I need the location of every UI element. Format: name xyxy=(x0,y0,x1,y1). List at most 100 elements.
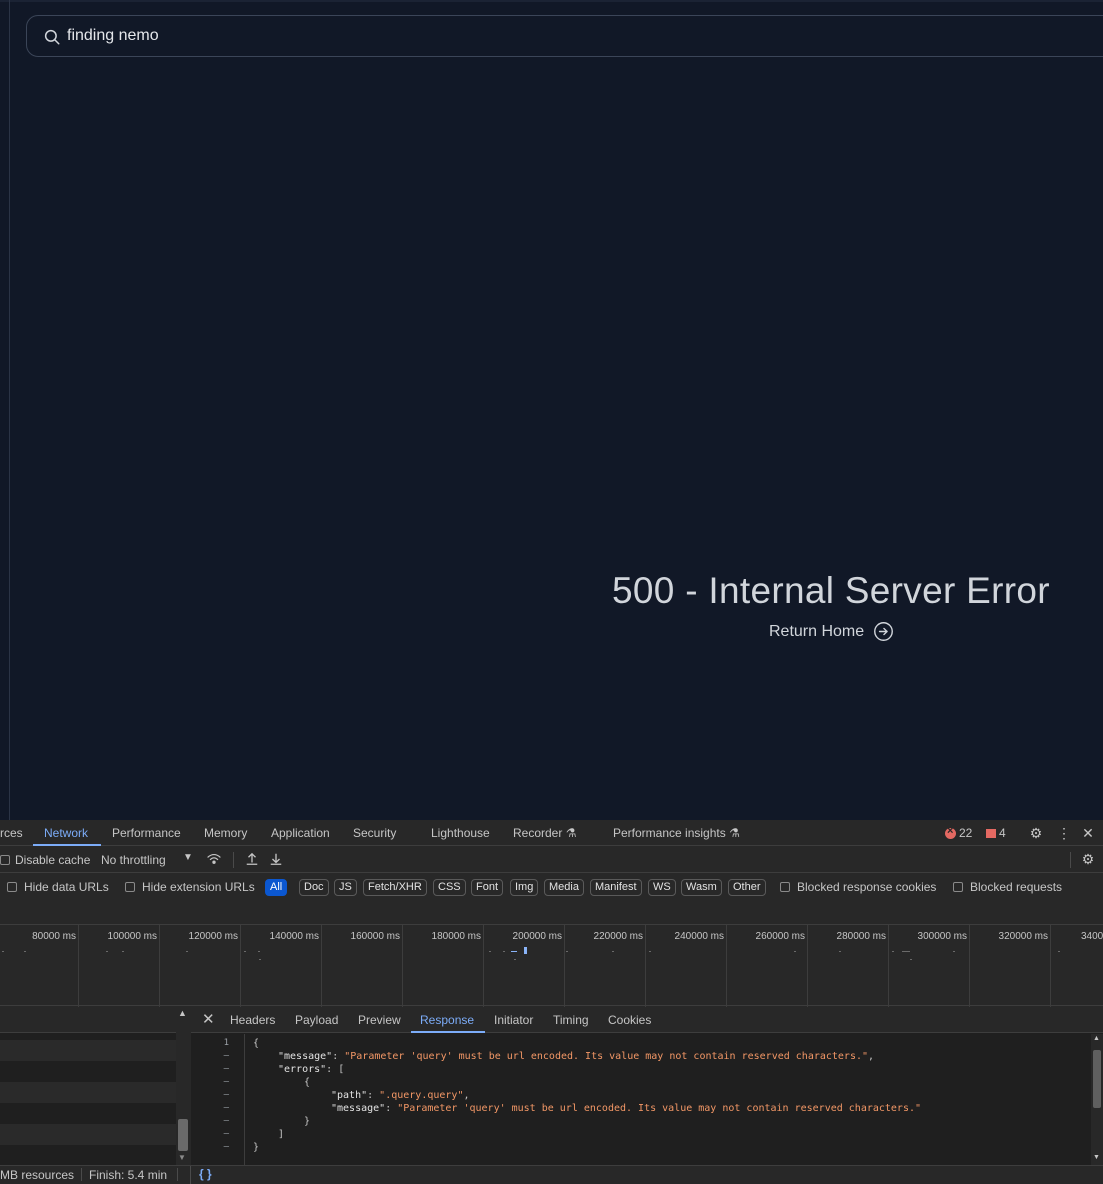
request-marker xyxy=(511,951,517,952)
line-number: – xyxy=(223,1116,229,1126)
code-line: { xyxy=(253,1038,260,1049)
code-line: "errors": [ xyxy=(278,1064,345,1075)
response-scrollbar[interactable]: ▲ ▼ xyxy=(1091,1034,1103,1165)
error-counter[interactable]: 22 xyxy=(945,825,973,840)
hide-data-urls-checkbox[interactable] xyxy=(7,882,17,892)
filter-js[interactable]: JS xyxy=(334,879,357,896)
line-number: – xyxy=(223,1077,229,1087)
tab-network[interactable]: Network xyxy=(44,826,88,840)
tab-sources[interactable]: rces xyxy=(0,826,23,840)
table-row[interactable] xyxy=(0,1061,176,1082)
request-marker xyxy=(122,951,124,952)
timeline-gridline xyxy=(888,925,889,1007)
status-separator xyxy=(190,1166,191,1184)
table-row[interactable] xyxy=(0,1103,176,1124)
blocked-response-cookies-label: Blocked response cookies xyxy=(797,880,937,894)
network-settings-gear-icon[interactable]: ⚙ xyxy=(1080,851,1096,867)
filter-ws[interactable]: WS xyxy=(648,879,676,896)
close-devtools-icon[interactable]: ✕ xyxy=(1080,825,1096,841)
filter-other[interactable]: Other xyxy=(728,879,766,896)
hide-extension-urls-checkbox[interactable] xyxy=(125,882,135,892)
request-marker xyxy=(524,947,527,954)
pretty-print-icon[interactable]: { } xyxy=(199,1167,212,1181)
tab-performance-insights[interactable]: Performance insights ⚗ xyxy=(613,826,740,840)
request-list-scrollbar[interactable]: ▲ ▼ xyxy=(176,1007,190,1165)
filter-font[interactable]: Font xyxy=(471,879,504,896)
scrollbar-thumb[interactable] xyxy=(1093,1050,1101,1108)
table-row[interactable] xyxy=(0,1145,176,1166)
export-har-icon[interactable] xyxy=(268,851,284,867)
search-input[interactable]: finding nemo xyxy=(26,15,1103,57)
table-row[interactable] xyxy=(0,1124,176,1145)
code-line: } xyxy=(253,1142,260,1153)
request-marker xyxy=(1058,951,1060,952)
network-conditions-icon[interactable] xyxy=(206,851,222,867)
timeline-tick-label: 80000 ms xyxy=(32,931,76,942)
import-har-icon[interactable] xyxy=(244,851,260,867)
top-divider xyxy=(0,0,1103,2)
close-details-icon[interactable]: ✕ xyxy=(202,1010,215,1028)
tab-payload[interactable]: Payload xyxy=(295,1013,338,1027)
timeline-tick-label: 100000 ms xyxy=(107,931,157,942)
timeline-tick-label: 220000 ms xyxy=(593,931,643,942)
network-overview-timeline[interactable]: 80000 ms 100000 ms 120000 ms 140000 ms 1… xyxy=(0,924,1103,1007)
scroll-down-arrow-icon[interactable]: ▼ xyxy=(178,1153,186,1162)
request-list: ▲ ▼ xyxy=(0,1007,190,1166)
tab-headers[interactable]: Headers xyxy=(230,1013,275,1027)
tab-cookies[interactable]: Cookies xyxy=(608,1013,651,1027)
tab-performance[interactable]: Performance xyxy=(112,826,181,840)
line-number: – xyxy=(223,1142,229,1152)
timeline-tick-label: 260000 ms xyxy=(755,931,805,942)
more-options-icon[interactable]: ⋮ xyxy=(1056,825,1072,841)
timeline-gridline xyxy=(645,925,646,1007)
scroll-down-arrow-icon[interactable]: ▼ xyxy=(1093,1154,1100,1161)
tab-initiator[interactable]: Initiator xyxy=(494,1013,533,1027)
return-home-link[interactable]: Return Home xyxy=(769,621,894,642)
request-marker xyxy=(892,951,894,952)
timeline-tick-label: 300000 ms xyxy=(917,931,967,942)
line-number: – xyxy=(223,1129,229,1139)
blocked-requests-checkbox[interactable] xyxy=(953,882,963,892)
tab-application[interactable]: Application xyxy=(271,826,330,840)
filter-img[interactable]: Img xyxy=(510,879,539,896)
line-number: – xyxy=(223,1051,229,1061)
request-marker xyxy=(649,951,651,952)
request-marker xyxy=(839,951,841,952)
throttling-select[interactable]: No throttling xyxy=(101,853,166,867)
filter-all[interactable]: All xyxy=(265,879,288,896)
blocked-response-cookies-checkbox[interactable] xyxy=(780,882,790,892)
tab-preview[interactable]: Preview xyxy=(358,1013,401,1027)
issue-counter[interactable]: 4 xyxy=(986,826,1006,840)
filter-doc[interactable]: Doc xyxy=(299,879,329,896)
scrollbar-thumb[interactable] xyxy=(178,1119,188,1151)
flask-icon: ⚗ xyxy=(565,826,577,840)
scroll-up-arrow-icon[interactable]: ▲ xyxy=(1093,1035,1100,1042)
filter-wasm[interactable]: Wasm xyxy=(681,879,722,896)
response-body[interactable]: { "message": "Parameter 'query' must be … xyxy=(253,1034,1083,1165)
code-line: } xyxy=(304,1116,311,1127)
tab-timing[interactable]: Timing xyxy=(553,1013,589,1027)
error-count: 22 xyxy=(959,826,973,840)
timeline-tick-label: 200000 ms xyxy=(512,931,562,942)
line-number: – xyxy=(223,1103,229,1113)
filter-fetch-xhr[interactable]: Fetch/XHR xyxy=(363,879,427,896)
tab-response[interactable]: Response xyxy=(420,1013,474,1027)
tab-memory[interactable]: Memory xyxy=(204,826,247,840)
scroll-up-arrow-icon[interactable]: ▲ xyxy=(178,1008,187,1018)
tab-lighthouse[interactable]: Lighthouse xyxy=(431,826,490,840)
tab-recorder[interactable]: Recorder ⚗ xyxy=(513,826,576,840)
table-row[interactable] xyxy=(0,1082,176,1103)
filter-manifest[interactable]: Manifest xyxy=(590,879,642,896)
timeline-gridline xyxy=(78,925,79,1007)
settings-gear-icon[interactable]: ⚙ xyxy=(1028,825,1044,841)
table-row[interactable] xyxy=(0,1040,176,1061)
devtools-panel: rces Network Performance Memory Applicat… xyxy=(0,820,1103,1184)
disable-cache-checkbox[interactable] xyxy=(0,855,10,865)
filter-media[interactable]: Media xyxy=(544,879,584,896)
filter-css[interactable]: CSS xyxy=(433,879,466,896)
active-tab-indicator xyxy=(33,844,101,846)
timeline-tick-label: 180000 ms xyxy=(431,931,481,942)
finish-time: Finish: 5.4 min xyxy=(89,1168,168,1182)
tab-security[interactable]: Security xyxy=(353,826,396,840)
timeline-gridline xyxy=(1050,925,1051,1007)
